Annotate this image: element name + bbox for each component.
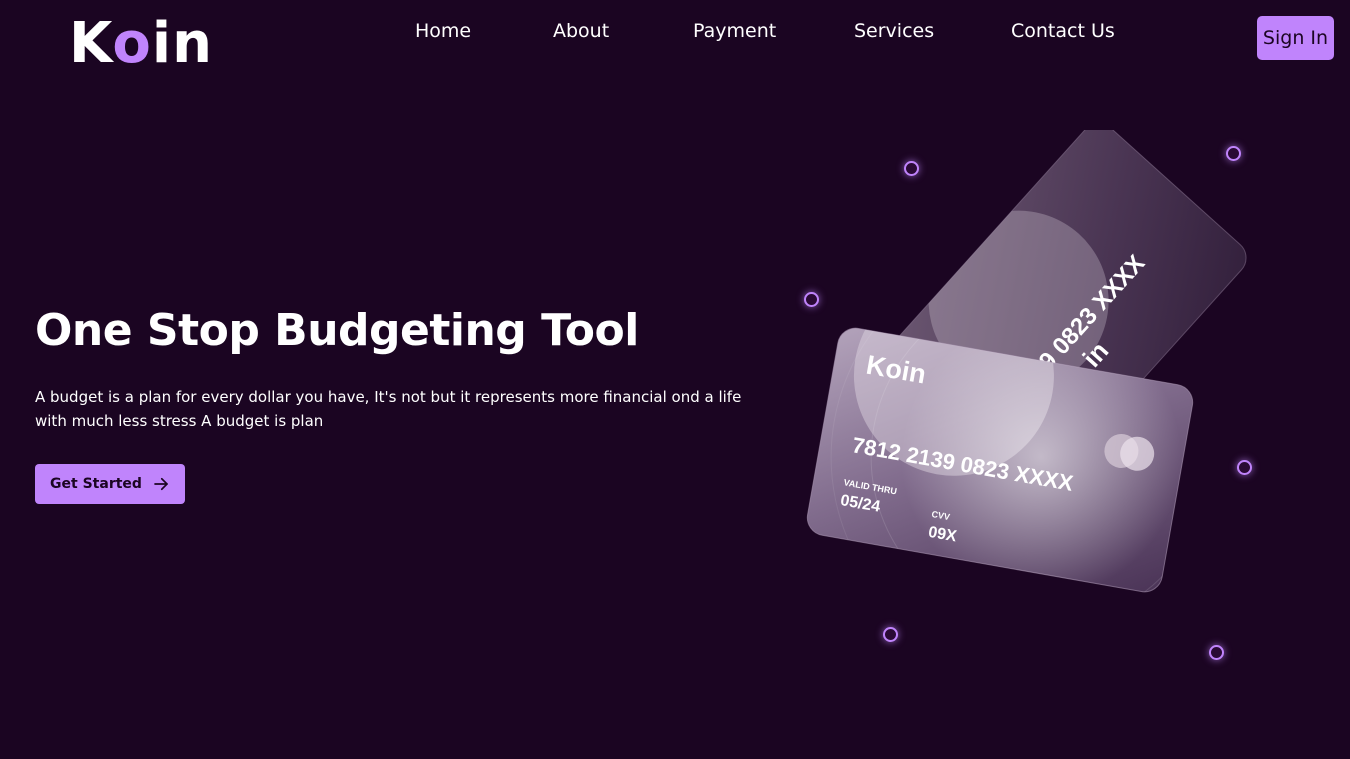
nav-services[interactable]: Services (854, 18, 934, 44)
arrow-right-icon (154, 477, 168, 491)
landing-page: Koin Home About Payment Services Contact… (0, 0, 1350, 759)
nav-home[interactable]: Home (415, 18, 471, 44)
get-started-label: Get Started (50, 476, 142, 492)
hero-description: A budget is a plan for every dollar you … (35, 388, 742, 430)
nav-contact-us[interactable]: Contact Us (1011, 18, 1115, 44)
nav-about[interactable]: About (553, 18, 609, 44)
logo-accent: o (112, 11, 152, 76)
get-started-button[interactable]: Get Started (35, 464, 185, 504)
logo-prefix: K (69, 11, 113, 76)
brand-logo[interactable]: Koin (69, 10, 213, 78)
sign-in-button[interactable]: Sign In (1257, 16, 1334, 60)
nav-payment[interactable]: Payment (693, 18, 776, 44)
hero-title: One Stop Budgeting Tool (35, 305, 639, 356)
logo-suffix: in (151, 11, 213, 76)
credit-cards-illustration: in 39 0823 XXXX Koin 7812 2139 0823 XXXX… (806, 130, 1247, 595)
